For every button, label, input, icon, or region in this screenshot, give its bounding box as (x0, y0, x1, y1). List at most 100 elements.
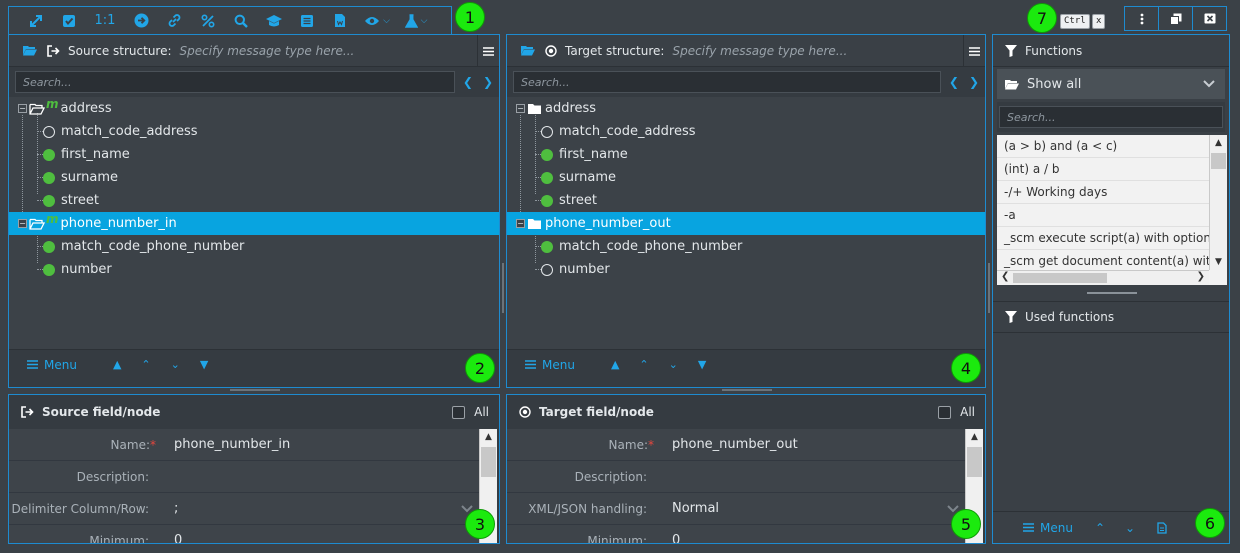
collapse-toggle-icon[interactable]: − (18, 104, 27, 113)
source-field-panel: Source field/node All Name:* phone_number… (8, 394, 500, 544)
target-search-input[interactable] (513, 71, 941, 93)
document-icon[interactable] (1157, 521, 1167, 534)
more-options-button[interactable] (1125, 7, 1159, 30)
move-bottom-icon[interactable]: ▼︎ (200, 358, 208, 371)
scroll-thumb[interactable] (1013, 273, 1107, 283)
tree-leaf-node[interactable]: match_code_phone_number (507, 235, 985, 258)
field-property-input[interactable]: 0 (174, 525, 481, 543)
splitter-handle[interactable] (1087, 292, 1137, 294)
search-icon[interactable] (224, 7, 257, 34)
tree-leaf-node[interactable]: first_name (9, 143, 499, 166)
tree-group-node[interactable]: − phone_number_out (507, 212, 985, 235)
move-top-icon[interactable]: ▲︎ (113, 358, 121, 371)
link-icon[interactable] (158, 7, 191, 34)
graduation-cap-icon[interactable] (257, 7, 290, 34)
percent-icon[interactable] (191, 7, 224, 34)
list-icon[interactable] (290, 7, 323, 34)
field-property-input[interactable]: phone_number_out (672, 429, 967, 460)
check-square-icon[interactable] (52, 7, 85, 34)
tree-leaf-node[interactable]: number (507, 258, 985, 281)
splitter-handle[interactable] (230, 389, 280, 391)
move-down-icon[interactable]: ⌄ (1125, 521, 1135, 535)
menu-button[interactable]: Menu (27, 358, 77, 372)
move-down-icon[interactable]: ⌄ (669, 358, 678, 371)
tree-group-node[interactable]: − m address (9, 97, 499, 120)
move-top-icon[interactable]: ▲︎ (611, 358, 619, 371)
collapse-toggle-icon[interactable]: − (516, 219, 525, 228)
all-checkbox[interactable] (938, 406, 951, 419)
functions-footer: Menu ⌃ ⌄ (993, 511, 1229, 543)
chevron-right-icon[interactable]: ❯ (969, 75, 979, 89)
menu-button[interactable]: Menu (525, 358, 575, 372)
eye-dropdown[interactable]: ⌵ (356, 7, 398, 34)
tree-group-node[interactable]: − address (507, 97, 985, 120)
field-property-input[interactable]: 0 (672, 525, 967, 543)
tree-leaf-node[interactable]: surname (507, 166, 985, 189)
field-property-input[interactable]: phone_number_in (174, 429, 481, 460)
collapse-toggle-icon[interactable]: − (18, 219, 27, 228)
show-all-dropdown[interactable]: Show all (997, 69, 1225, 99)
expand-icon[interactable] (19, 7, 52, 34)
field-property-input[interactable] (174, 461, 481, 492)
move-bottom-icon[interactable]: ▼︎ (698, 358, 706, 371)
scroll-down-arrow[interactable]: ▼ (1210, 254, 1227, 270)
function-item[interactable]: -/+ Working days (997, 181, 1209, 204)
restore-window-button[interactable] (1159, 7, 1193, 30)
scroll-up-arrow[interactable]: ▲ (480, 429, 497, 445)
chevron-right-icon[interactable]: ❯ (483, 75, 493, 89)
chevron-left-icon[interactable]: ❮ (463, 75, 473, 89)
field-property-row: Minimum: 0 (9, 525, 481, 543)
splitter-handle[interactable] (502, 263, 504, 313)
tree-leaf-node[interactable]: surname (9, 166, 499, 189)
source-search-input[interactable] (15, 71, 455, 93)
function-item[interactable]: -a (997, 204, 1209, 227)
move-up-icon[interactable]: ⌃ (141, 358, 150, 371)
move-down-icon[interactable]: ⌄ (171, 358, 180, 371)
splitter-handle[interactable] (988, 263, 990, 313)
menu-button[interactable]: Menu (1023, 521, 1073, 535)
field-property-input[interactable] (672, 461, 967, 492)
functions-vscroll[interactable]: ▲ ▼ (1209, 135, 1227, 270)
scroll-thumb[interactable] (481, 447, 496, 477)
tree-leaf-node[interactable]: street (507, 189, 985, 212)
move-up-icon[interactable]: ⌃ (639, 358, 648, 371)
functions-search-input[interactable] (999, 106, 1223, 128)
chevron-left-icon[interactable]: ❮ (949, 75, 959, 89)
move-up-icon[interactable]: ⌃ (1095, 521, 1105, 535)
scroll-left-arrow[interactable]: ❮ (1001, 271, 1009, 282)
arrow-circle-right-icon[interactable] (125, 7, 158, 34)
tree-leaf-node[interactable]: number (9, 258, 499, 281)
scroll-thumb[interactable] (1211, 153, 1226, 169)
tree-leaf-node[interactable]: match_code_address (9, 120, 499, 143)
scroll-up-arrow[interactable]: ▲ (1210, 135, 1227, 151)
field-property-select[interactable]: Normal (672, 493, 967, 524)
collapse-toggle-icon[interactable]: − (516, 104, 525, 113)
all-checkbox[interactable] (452, 406, 465, 419)
function-item[interactable]: (int) a / b (997, 158, 1209, 181)
folder-open-icon[interactable] (23, 45, 37, 56)
scroll-up-arrow[interactable]: ▲ (966, 429, 983, 445)
scroll-thumb[interactable] (967, 447, 982, 477)
one-to-one-button[interactable]: 1:1 (85, 7, 125, 34)
tree-leaf-node[interactable]: first_name (507, 143, 985, 166)
function-item[interactable]: (a > b) and (a < c) (997, 135, 1209, 158)
tree-leaf-node[interactable]: match_code_phone_number (9, 235, 499, 258)
source-message-type-placeholder[interactable]: Specify message type here... (180, 44, 355, 58)
functions-hscroll[interactable]: ❮ ❯ (997, 270, 1209, 285)
function-item[interactable]: _scm execute script(a) with optiona (997, 227, 1209, 250)
scroll-right-arrow[interactable]: ❯ (1197, 271, 1205, 282)
tree-node-label: phone_number_out (545, 216, 671, 231)
tree-leaf-node[interactable]: street (9, 189, 499, 212)
folder-open-icon[interactable] (521, 45, 535, 56)
field-property-select[interactable]: ; (174, 493, 481, 524)
tree-group-node[interactable]: − m phone_number_in (9, 212, 499, 235)
field-property-label: Description: (507, 470, 654, 484)
splitter-handle[interactable] (722, 389, 772, 391)
tree-leaf-node[interactable]: match_code_address (507, 120, 985, 143)
target-message-type-placeholder[interactable]: Specify message type here... (672, 44, 847, 58)
source-hamburger-button[interactable] (477, 35, 499, 67)
document-icon[interactable] (323, 7, 356, 34)
flask-dropdown[interactable]: ⌵ (398, 7, 434, 34)
target-hamburger-button[interactable] (963, 35, 985, 67)
close-window-button[interactable] (1193, 7, 1226, 30)
